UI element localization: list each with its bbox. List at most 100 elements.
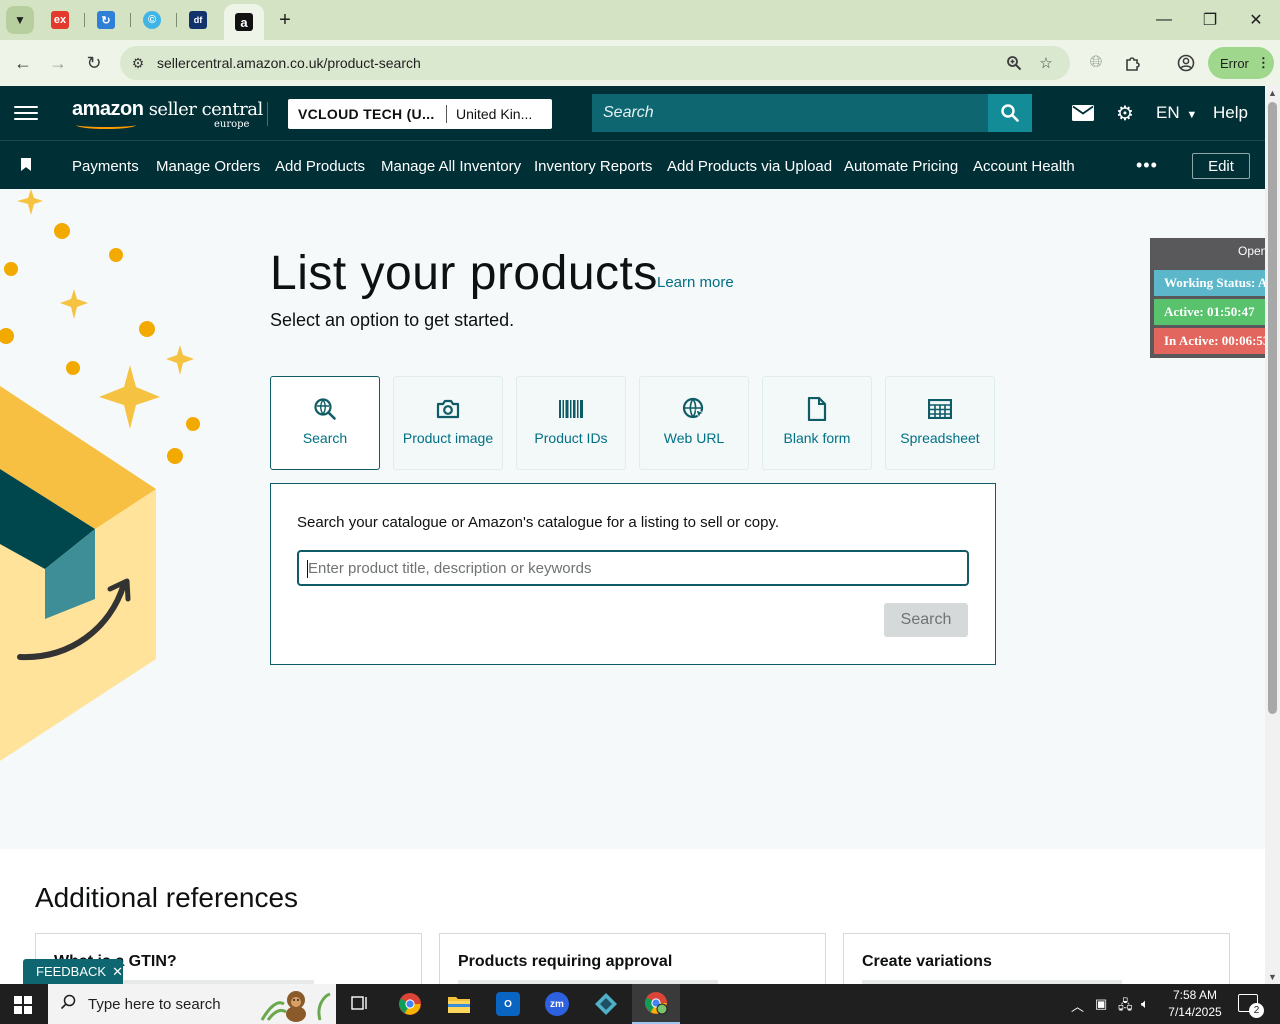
nav-add-products-via-upload[interactable]: Add Products via Upload xyxy=(667,158,832,175)
page-subtitle: Select an option to get started. xyxy=(270,310,515,330)
site-info-icon[interactable]: ⚙ xyxy=(128,53,148,73)
tab-amazon[interactable]: a xyxy=(224,4,264,40)
scrollbar-thumb[interactable] xyxy=(1268,102,1277,714)
account-switcher[interactable]: VCLOUD TECH (U... United Kin... xyxy=(288,99,552,129)
taskbar-clock[interactable]: 7:58 AM 7/14/2025 xyxy=(1162,987,1228,1021)
logo-seller-central-text: seller central xyxy=(143,99,264,120)
restore-icon: ❐ xyxy=(1202,12,1218,29)
translate-icon[interactable]: 🌐︎ xyxy=(1084,51,1108,75)
more-icon[interactable]: ••• xyxy=(1136,155,1158,176)
help-link[interactable]: Help xyxy=(1213,103,1248,123)
nav-payments[interactable]: Payments xyxy=(72,158,139,175)
scroll-up-icon[interactable]: ▲ xyxy=(1268,88,1277,98)
keyword-search-placeholder: Enter product title, description or keyw… xyxy=(308,560,592,577)
bookmark-icon[interactable] xyxy=(21,158,31,171)
close-icon: ✕ xyxy=(1249,12,1263,29)
catalogue-search-description: Search your catalogue or Amazon's catalo… xyxy=(297,514,780,531)
list-products-section: List your products Learn more Select an … xyxy=(0,189,1265,849)
globe-cursor-icon xyxy=(682,397,706,421)
back-button[interactable]: ← xyxy=(8,48,38,78)
global-search[interactable]: Search xyxy=(592,94,1032,132)
restore-button[interactable]: ❐ xyxy=(1188,6,1232,34)
clock-time: 7:58 AM xyxy=(1172,988,1218,1002)
close-icon[interactable]: ✕ xyxy=(112,964,123,980)
df-favicon-icon: df xyxy=(189,11,207,29)
tab-ex[interactable]: ex xyxy=(46,6,74,34)
task-view-button[interactable] xyxy=(336,984,384,1024)
minimize-button[interactable]: — xyxy=(1142,6,1186,34)
outlook-icon: O xyxy=(496,992,520,1016)
profile-icon[interactable] xyxy=(1174,51,1198,75)
global-search-input[interactable]: Search xyxy=(603,104,654,122)
tab-search-button[interactable]: ▼ xyxy=(6,6,34,34)
page-scrollbar[interactable]: ▲ ▼ xyxy=(1265,86,1280,984)
tray-network-status-icon[interactable]: ▣ xyxy=(1095,996,1107,1012)
hamburger-menu-icon[interactable] xyxy=(14,101,38,125)
option-product-image[interactable]: Product image xyxy=(393,376,503,470)
option-search[interactable]: Search xyxy=(270,376,380,470)
chrome-taskbar-app[interactable] xyxy=(386,984,434,1024)
mail-icon[interactable] xyxy=(1071,101,1095,125)
language-selector[interactable]: EN ▼ xyxy=(1156,103,1197,123)
ref-card-title[interactable]: Products requiring approval xyxy=(458,953,672,971)
taskbar-search[interactable]: Type here to search xyxy=(48,984,336,1024)
notification-center-icon[interactable]: 2 xyxy=(1238,994,1264,1018)
settings-gear-icon[interactable]: ⚙ xyxy=(1113,101,1137,125)
nav-automate-pricing[interactable]: Automate Pricing xyxy=(844,158,958,175)
file-explorer-taskbar-app[interactable] xyxy=(435,984,483,1024)
zoom-icon[interactable] xyxy=(1004,53,1024,73)
tab-refresh[interactable]: ↻ xyxy=(92,6,120,34)
folder-icon xyxy=(448,997,470,1013)
nav-inventory-reports[interactable]: Inventory Reports xyxy=(534,158,652,175)
tray-chevron-up-icon[interactable]: ︿ xyxy=(1071,996,1084,1015)
inactive-timer: In Active: 00:06:53 xyxy=(1154,328,1280,354)
refresh-favicon-icon: ↻ xyxy=(97,11,115,29)
feedback-button[interactable]: FEEDBACK ✕ xyxy=(23,959,123,984)
forward-button[interactable]: → xyxy=(43,48,73,78)
scroll-down-icon[interactable]: ▼ xyxy=(1268,972,1277,982)
search-icon xyxy=(60,994,76,1015)
logo-europe-text: europe xyxy=(214,119,250,130)
ref-card-title[interactable]: Create variations xyxy=(862,953,992,971)
option-web-url[interactable]: Web URL xyxy=(639,376,749,470)
tray-volume-icon[interactable]: 🔈︎ xyxy=(1141,996,1149,1012)
tab-c[interactable]: © xyxy=(138,6,166,34)
option-product-ids-label: Product IDs xyxy=(534,430,608,446)
document-icon xyxy=(807,397,827,421)
outlook-taskbar-app[interactable]: O xyxy=(484,984,532,1024)
chrome-profile-taskbar-app[interactable] xyxy=(632,984,680,1024)
learn-more-link[interactable]: Learn more xyxy=(657,274,734,291)
global-search-button[interactable] xyxy=(988,94,1032,132)
nav-account-health[interactable]: Account Health xyxy=(973,158,1075,175)
tray-ethernet-icon[interactable]: 🖧︎ xyxy=(1118,996,1133,1018)
zoom-icon: zm xyxy=(545,992,569,1016)
option-spreadsheet[interactable]: Spreadsheet xyxy=(885,376,995,470)
seller-central-nav: Payments Manage Orders Add Products Mana… xyxy=(0,140,1265,189)
windows-start-icon[interactable] xyxy=(14,996,32,1014)
error-label: Error xyxy=(1220,55,1249,71)
camera-icon xyxy=(436,397,460,421)
keyword-search-input[interactable]: Enter product title, description or keyw… xyxy=(297,550,969,586)
seller-central-header: amazon seller central europe VCLOUD TECH… xyxy=(0,86,1265,140)
address-bar[interactable]: ⚙ sellercentral.amazon.co.uk/product-sea… xyxy=(120,46,1070,80)
option-product-ids[interactable]: Product IDs xyxy=(516,376,626,470)
zoom-taskbar-app[interactable]: zm xyxy=(533,984,581,1024)
extensions-icon[interactable] xyxy=(1121,51,1145,75)
profile-error-button[interactable]: Error ⋮ xyxy=(1208,47,1274,79)
nav-add-products[interactable]: Add Products xyxy=(275,158,365,175)
url-text[interactable]: sellercentral.amazon.co.uk/product-searc… xyxy=(157,55,421,71)
seller-central-logo[interactable]: amazon seller central europe xyxy=(72,98,264,130)
close-button[interactable]: ✕ xyxy=(1234,6,1278,34)
option-blank-form[interactable]: Blank form xyxy=(762,376,872,470)
new-tab-button[interactable]: + xyxy=(272,6,298,34)
edit-nav-button[interactable]: Edit xyxy=(1192,153,1250,179)
reload-button[interactable]: ↻ xyxy=(79,48,109,78)
monkey-illustration-icon xyxy=(260,991,331,1022)
diamond-taskbar-app[interactable] xyxy=(582,984,630,1024)
catalogue-search-button[interactable]: Search xyxy=(884,603,968,637)
option-product-image-label: Product image xyxy=(402,430,494,446)
nav-manage-orders[interactable]: Manage Orders xyxy=(156,158,260,175)
tab-df[interactable]: df xyxy=(184,6,212,34)
nav-manage-all-inventory[interactable]: Manage All Inventory xyxy=(381,158,521,175)
bookmark-star-icon[interactable]: ☆ xyxy=(1036,53,1056,73)
